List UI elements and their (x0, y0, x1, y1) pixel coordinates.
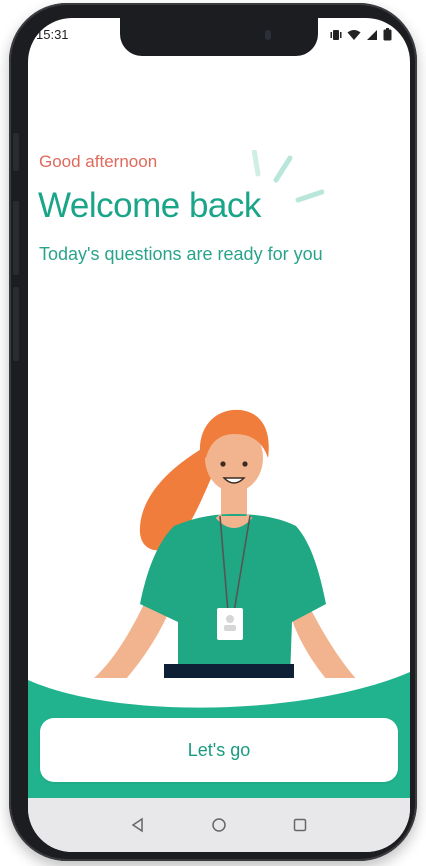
subtitle-text: Today's questions are ready for you (39, 244, 323, 264)
page-title: Welcome back (38, 186, 261, 225)
shirt-collar (215, 513, 253, 528)
lets-go-button[interactable]: Let's go (40, 718, 398, 782)
volume-up-button (13, 201, 19, 275)
left-eye (220, 461, 226, 467)
mute-switch (13, 133, 19, 171)
vibrate-icon (330, 29, 342, 40)
camera-dot (265, 30, 271, 40)
right-eye (242, 461, 248, 467)
greeting-text: Good afternoon (39, 152, 158, 171)
battery-icon (383, 28, 392, 41)
recents-icon[interactable] (288, 813, 312, 837)
wifi-icon (347, 29, 361, 40)
home-icon[interactable] (207, 813, 231, 837)
status-icons (330, 28, 392, 41)
device-frame: 15:31 Good afternoon Welcome back Today'… (0, 0, 426, 866)
shirt (140, 514, 326, 678)
id-badge (217, 608, 243, 640)
volume-down-button (13, 287, 19, 361)
camera-notch (120, 18, 318, 56)
sparkle-icon (252, 150, 324, 203)
welcome-illustration (94, 409, 356, 678)
app-screen: 15:31 Good afternoon Welcome back Today'… (28, 18, 410, 852)
back-icon[interactable] (126, 813, 150, 837)
system-nav-bar (28, 798, 410, 852)
status-time: 15:31 (36, 27, 69, 42)
signal-icon (367, 29, 377, 40)
